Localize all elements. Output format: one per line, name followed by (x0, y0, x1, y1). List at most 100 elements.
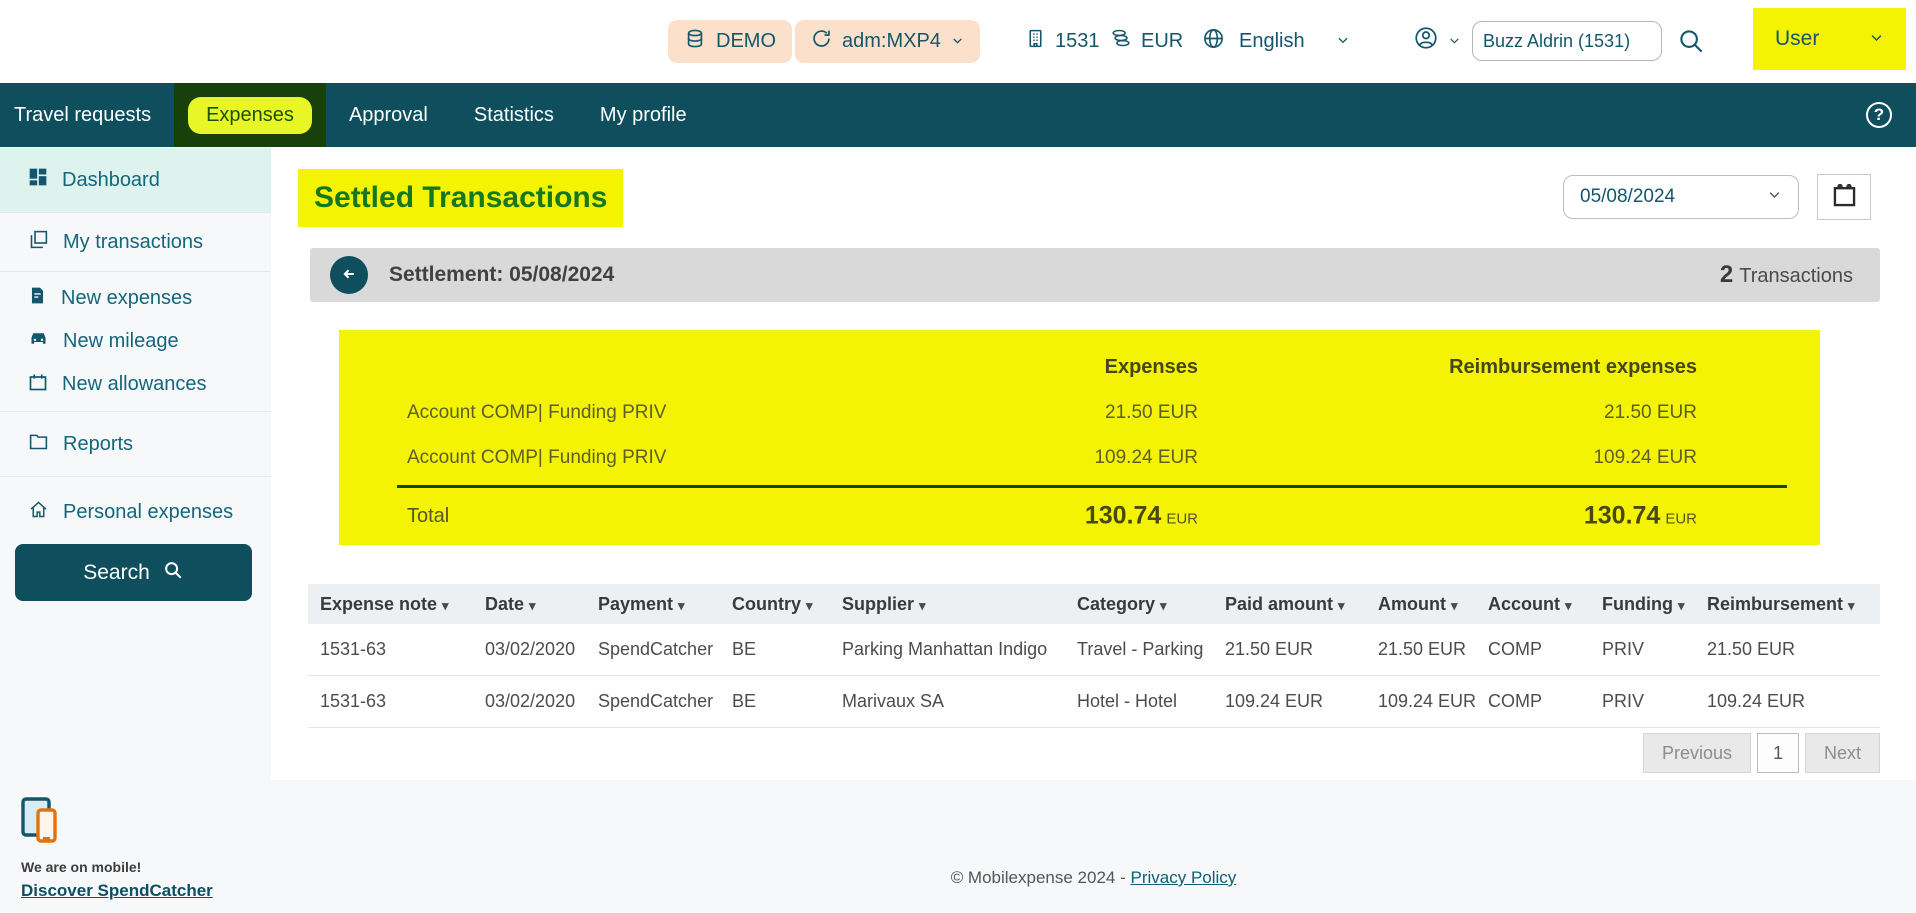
sort-icon: ▾ (1565, 598, 1572, 613)
cell-category: Hotel - Hotel (1077, 691, 1225, 712)
globe-icon (1202, 27, 1225, 56)
cell-country: BE (732, 639, 842, 660)
nav-expenses[interactable]: Expenses (188, 97, 312, 134)
admin-switch-button[interactable]: adm:MXP4 (795, 20, 980, 63)
summary-total-expenses: 130.74EUR (1085, 502, 1198, 531)
next-page-button[interactable]: Next (1805, 733, 1880, 773)
calendar-icon (28, 372, 48, 398)
column-header-account[interactable]: Account▾ (1488, 594, 1602, 615)
table-row[interactable]: 1531-63 03/02/2020 SpendCatcher BE Parki… (308, 624, 1880, 676)
nav-statistics[interactable]: Statistics (451, 83, 577, 147)
sidebar-item-reports[interactable]: Reports (0, 412, 271, 476)
sidebar-item-new-mileage[interactable]: New mileage (0, 320, 271, 363)
cell-funding: PRIV (1602, 691, 1707, 712)
cell-date: 03/02/2020 (485, 639, 598, 660)
cell-account: COMP (1488, 691, 1602, 712)
chevron-down-icon (951, 30, 964, 53)
privacy-policy-link[interactable]: Privacy Policy (1130, 868, 1236, 887)
cell-amount: 21.50 EUR (1378, 639, 1488, 660)
page-number-button[interactable]: 1 (1757, 733, 1799, 773)
chevron-down-icon (1336, 30, 1350, 53)
coins-icon (1110, 27, 1132, 55)
column-header-reimbursement[interactable]: Reimbursement▾ (1707, 594, 1880, 615)
column-header-amount[interactable]: Amount▾ (1378, 594, 1488, 615)
nav-my-profile[interactable]: My profile (577, 83, 710, 147)
column-header-payment[interactable]: Payment▾ (598, 594, 732, 615)
sidebar-item-personal-expenses[interactable]: Personal expenses (0, 481, 271, 543)
sidebar-item-my-transactions[interactable]: My transactions (0, 213, 271, 271)
user-menu[interactable] (1413, 21, 1461, 61)
language-selector[interactable]: English (1202, 21, 1350, 61)
column-header-category[interactable]: Category▾ (1077, 594, 1225, 615)
cell-reimbursement: 109.24 EUR (1707, 691, 1880, 712)
search-button-label: Search (83, 561, 150, 585)
column-header-date[interactable]: Date▾ (485, 594, 598, 615)
cell-payment: SpendCatcher (598, 639, 732, 660)
summary-account-label: Account COMP| Funding PRIV (407, 447, 666, 469)
app-screen: DEMO adm:MXP4 1531 (0, 0, 1916, 913)
table-row[interactable]: 1531-63 03/02/2020 SpendCatcher BE Mariv… (308, 676, 1880, 728)
transactions-icon (28, 229, 49, 256)
sidebar-item-label: My transactions (63, 231, 203, 254)
cell-supplier: Parking Manhattan Indigo (842, 639, 1077, 660)
summary-total-label: Total (407, 505, 449, 528)
previous-page-button[interactable]: Previous (1643, 733, 1751, 773)
help-icon[interactable]: ? (1866, 102, 1892, 128)
refresh-icon (811, 28, 832, 55)
folder-icon (28, 431, 49, 458)
cell-paid-amount: 21.50 EUR (1225, 639, 1378, 660)
summary-total-reimbursement: 130.74EUR (1584, 502, 1697, 531)
sidebar-item-label: New mileage (63, 330, 179, 353)
column-header-expense-note[interactable]: Expense note▾ (320, 594, 485, 615)
summary-reimbursement-value: 21.50 EUR (1604, 402, 1697, 424)
column-header-country[interactable]: Country▾ (732, 594, 842, 615)
discover-spendcatcher-link[interactable]: Discover SpendCatcher (21, 881, 213, 901)
building-icon (1025, 28, 1046, 55)
mobile-devices-icon (21, 832, 63, 849)
column-header-funding[interactable]: Funding▾ (1602, 594, 1707, 615)
sidebar-item-label: Personal expenses (63, 501, 233, 524)
search-icon[interactable] (1676, 26, 1706, 61)
summary-expenses-header: Expenses (1105, 356, 1198, 379)
sidebar-item-dashboard[interactable]: Dashboard (0, 148, 271, 212)
nav-travel-requests[interactable]: Travel requests (0, 83, 174, 147)
cell-amount: 109.24 EUR (1378, 691, 1488, 712)
currency-indicator: EUR (1110, 21, 1183, 61)
mobile-note: We are on mobile! (21, 859, 213, 875)
main-content: Settled Transactions 05/08/2024 (271, 147, 1916, 780)
column-header-paid-amount[interactable]: Paid amount▾ (1225, 594, 1378, 615)
sidebar-item-label: New allowances (62, 373, 207, 396)
home-icon (28, 499, 49, 526)
search-icon (162, 559, 184, 587)
company-id-value: 1531 (1055, 30, 1100, 53)
search-button[interactable]: Search (15, 544, 252, 601)
mobile-promo: We are on mobile! Discover SpendCatcher (21, 797, 213, 901)
sort-icon: ▾ (1338, 598, 1345, 613)
column-header-supplier[interactable]: Supplier▾ (842, 594, 1077, 615)
transactions-table-header: Expense note▾ Date▾ Payment▾ Country▾ Su… (308, 584, 1880, 624)
summary-account-label: Account COMP| Funding PRIV (407, 402, 666, 424)
environment-badge: DEMO (668, 20, 792, 63)
cell-expense-note: 1531-63 (320, 639, 485, 660)
sort-icon: ▾ (678, 598, 685, 613)
car-icon (28, 328, 49, 355)
copyright-text: © Mobilexpense 2024 - (951, 868, 1131, 887)
calendar-button[interactable] (1817, 174, 1871, 220)
currency-value: EUR (1141, 30, 1183, 53)
cell-account: COMP (1488, 639, 1602, 660)
chevron-down-icon (1869, 27, 1884, 51)
sidebar-item-new-allowances[interactable]: New allowances (0, 363, 271, 406)
settlement-date-select[interactable]: 05/08/2024 (1563, 175, 1799, 219)
cell-date: 03/02/2020 (485, 691, 598, 712)
summary-account-row: Account COMP| Funding PRIV 109.24 EUR 10… (339, 435, 1820, 480)
calendar-icon (1831, 182, 1858, 212)
user-search-input[interactable] (1472, 21, 1662, 61)
cell-funding: PRIV (1602, 639, 1707, 660)
role-dropdown-button[interactable]: User (1753, 8, 1906, 70)
nav-approval[interactable]: Approval (326, 83, 451, 147)
summary-header-row: Expenses Reimbursement expenses (339, 356, 1820, 390)
sidebar-item-new-expenses[interactable]: New expenses (0, 277, 271, 320)
back-button[interactable] (330, 256, 368, 294)
environment-label: DEMO (716, 30, 776, 53)
transactions-table: Expense note▾ Date▾ Payment▾ Country▾ Su… (308, 584, 1880, 728)
